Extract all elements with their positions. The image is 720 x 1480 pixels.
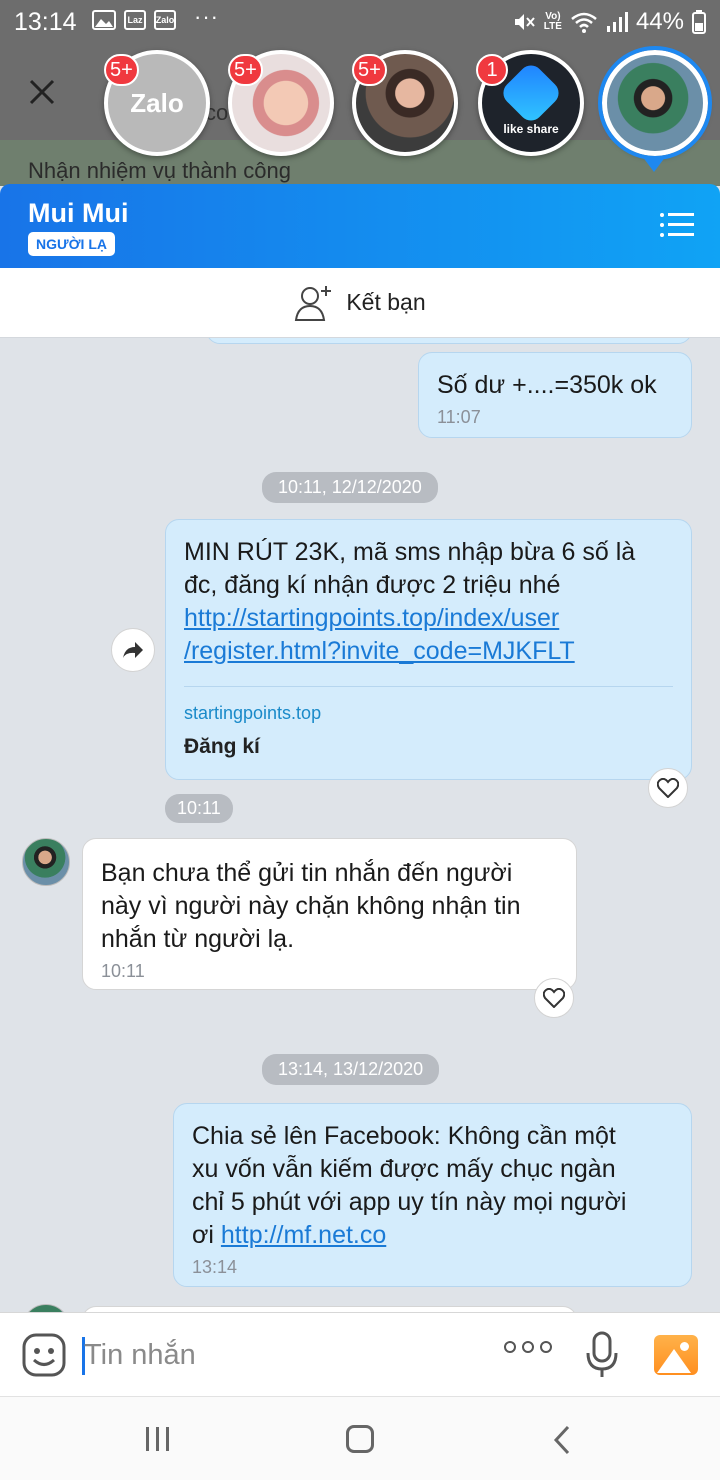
sticker-emoji-icon[interactable] bbox=[22, 1333, 66, 1377]
message-bubble-sent[interactable]: Số dư +....=350k ok 11:07 bbox=[418, 352, 692, 438]
image-gallery-icon[interactable] bbox=[654, 1335, 698, 1375]
unread-badge: 5+ bbox=[228, 54, 263, 86]
recent-apps-icon[interactable] bbox=[146, 1427, 169, 1451]
add-friend-label: Kết bạn bbox=[346, 289, 426, 315]
avatar[interactable] bbox=[22, 838, 70, 886]
lazada-icon: Laz bbox=[124, 10, 146, 30]
home-icon[interactable] bbox=[346, 1425, 374, 1453]
message-bubble-received[interactable]: Bạn chưa thể gửi tin nhắn đến người này … bbox=[82, 838, 577, 990]
gallery-icon bbox=[92, 10, 116, 30]
add-friend-button[interactable]: Kết bạn bbox=[0, 268, 720, 338]
chat-heads: Zalo 5+ 5+ 5+ like share 1 bbox=[0, 46, 720, 180]
message-bubble-sent[interactable]: MIN RÚT 23K, mã sms nhập bừa 6 số là đc,… bbox=[165, 519, 692, 780]
status-bar: 13:14 Laz Zalo ··· Vo) LTE 44% bbox=[0, 0, 720, 44]
link-preview-title[interactable]: Đăng kí bbox=[184, 733, 673, 761]
system-nav-bar bbox=[0, 1396, 720, 1480]
more-options-icon[interactable] bbox=[504, 1341, 552, 1353]
more-notifications: ··· bbox=[194, 4, 219, 29]
link-preview-domain[interactable]: startingpoints.top bbox=[184, 701, 673, 725]
message-time: 13:14 bbox=[192, 1257, 238, 1277]
mute-icon bbox=[514, 14, 535, 30]
message-time: 10:11 bbox=[101, 961, 145, 981]
unread-badge: 5+ bbox=[104, 54, 139, 86]
message-text: Số dư +....=350k ok bbox=[437, 371, 657, 399]
heart-react-icon[interactable] bbox=[534, 978, 574, 1018]
message-link[interactable]: http://startingpoints.top/index/user/reg… bbox=[184, 602, 673, 668]
microphone-icon[interactable] bbox=[584, 1331, 620, 1379]
date-separator: 10:11, 12/12/2020 bbox=[262, 472, 438, 503]
message-input-bar: Tin nhắn bbox=[0, 1312, 720, 1396]
message-bubble-partial bbox=[206, 338, 692, 344]
active-head-pointer bbox=[642, 156, 666, 172]
chat-head-active-mui-mui[interactable] bbox=[598, 46, 712, 160]
wifi-icon bbox=[571, 12, 597, 33]
like-share-label: like share bbox=[503, 122, 559, 136]
status-time: 13:14 bbox=[14, 8, 77, 36]
message-bubble-sent[interactable]: Chia sẻ lên Facebook: Không cần một xu v… bbox=[173, 1103, 692, 1287]
add-friend-icon bbox=[295, 285, 332, 321]
zalo-logo: Zalo bbox=[130, 87, 184, 118]
notification-icons: Laz Zalo ··· bbox=[92, 4, 219, 30]
menu-icon[interactable] bbox=[660, 210, 696, 238]
status-right: Vo) LTE 44% bbox=[512, 8, 706, 36]
battery-percent: 44% bbox=[635, 8, 684, 35]
contact-name[interactable]: Mui Mui bbox=[28, 198, 128, 229]
message-text: Chia sẻ lên Facebook: Không cần một xu v… bbox=[192, 1122, 627, 1249]
signal-icon bbox=[606, 12, 628, 32]
message-text: Bạn chưa thể gửi tin nhắn đến người này … bbox=[101, 859, 521, 953]
avatar-partial bbox=[22, 1304, 70, 1312]
chat-header: Mui Mui NGƯỜI LẠ bbox=[0, 184, 720, 268]
heart-react-icon[interactable] bbox=[648, 768, 688, 808]
message-text: MIN RÚT 23K, mã sms nhập bừa 6 số là đc,… bbox=[184, 538, 636, 599]
divider bbox=[184, 686, 673, 687]
date-separator: 13:14, 13/12/2020 bbox=[262, 1054, 440, 1085]
like-share-logo bbox=[498, 60, 564, 126]
unread-badge: 5+ bbox=[352, 54, 387, 86]
message-time: 11:07 bbox=[437, 407, 481, 427]
message-link[interactable]: http://mf.net.co bbox=[221, 1221, 386, 1249]
unread-badge: 1 bbox=[476, 54, 508, 86]
forward-icon[interactable] bbox=[111, 628, 155, 672]
back-icon[interactable] bbox=[552, 1425, 572, 1455]
message-list[interactable]: Số dư +....=350k ok 11:07 10:11, 12/12/2… bbox=[0, 338, 720, 1312]
zalo-icon: Zalo bbox=[154, 10, 176, 30]
battery-icon bbox=[692, 10, 706, 34]
volte-indicator: Vo) LTE bbox=[543, 11, 562, 32]
message-time-pill: 10:11 bbox=[165, 794, 233, 823]
message-input[interactable]: Tin nhắn bbox=[84, 1339, 196, 1372]
stranger-badge: NGƯỜI LẠ bbox=[28, 232, 115, 256]
